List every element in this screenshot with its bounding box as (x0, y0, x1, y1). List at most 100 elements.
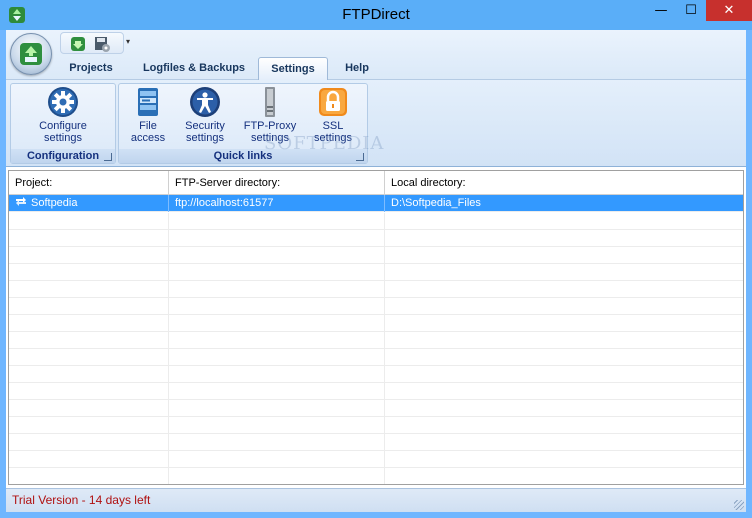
application-menu-button[interactable] (10, 33, 52, 75)
file-access-label-2: access (130, 132, 166, 144)
empty-cell (9, 451, 169, 468)
download-icon[interactable] (69, 35, 87, 53)
empty-cell (169, 281, 385, 298)
security-settings-label-1: Security (185, 120, 225, 132)
empty-cell (169, 468, 385, 484)
minimize-button[interactable]: — (646, 0, 676, 21)
column-header-local[interactable]: Local directory: (385, 171, 743, 195)
empty-row (9, 281, 743, 298)
save-settings-icon[interactable] (93, 35, 111, 53)
empty-cell (169, 264, 385, 281)
empty-cell (9, 315, 169, 332)
empty-cell (9, 332, 169, 349)
empty-cell (385, 400, 743, 417)
security-person-icon (190, 87, 220, 117)
configure-settings-label-1: Configure (39, 120, 87, 132)
empty-cell (385, 451, 743, 468)
empty-row (9, 417, 743, 434)
security-settings-button[interactable]: Security settings (177, 86, 233, 148)
tab-logfiles-backups[interactable]: Logfiles & Backups (130, 57, 258, 79)
empty-cell (9, 298, 169, 315)
empty-cell (9, 383, 169, 400)
column-header-ftp-server[interactable]: FTP-Server directory: (169, 171, 385, 195)
empty-row (9, 349, 743, 366)
empty-cell (9, 417, 169, 434)
empty-cell (169, 383, 385, 400)
configuration-label-text: Configuration (26, 150, 100, 162)
empty-row (9, 247, 743, 264)
quick-links-label-text: Quick links (213, 150, 273, 162)
empty-cell (9, 213, 169, 230)
configure-settings-label-2: settings (44, 132, 82, 144)
empty-cell (169, 366, 385, 383)
maximize-button[interactable]: ☐ (676, 0, 706, 21)
empty-cell (169, 298, 385, 315)
ftp-proxy-settings-label-2: settings (251, 132, 289, 144)
empty-cell (385, 383, 743, 400)
column-header-project[interactable]: Project: (9, 171, 169, 195)
empty-row (9, 213, 743, 230)
cell-local-directory: D:\Softpedia_Files (391, 197, 481, 209)
empty-cell (385, 315, 743, 332)
empty-cell (9, 281, 169, 298)
empty-cell (385, 417, 743, 434)
empty-row (9, 366, 743, 383)
ftp-proxy-settings-button[interactable]: FTP-Proxy settings (237, 86, 303, 148)
dialog-launcher-icon[interactable] (356, 153, 364, 161)
resize-grip-icon[interactable] (734, 500, 744, 510)
app-window: ▾ Projects Logfiles & Backups Settings H… (6, 30, 746, 512)
empty-row (9, 264, 743, 281)
empty-row (9, 451, 743, 468)
project-name: Softpedia (31, 197, 78, 209)
tab-settings[interactable]: Settings (258, 57, 328, 80)
empty-row (9, 383, 743, 400)
empty-cell (169, 247, 385, 264)
configure-settings-button[interactable]: Configure settings (21, 86, 105, 148)
empty-cell (169, 213, 385, 230)
ribbon-group-quick-links: File access Security settings FTP-Proxy … (118, 83, 368, 164)
tab-help[interactable]: Help (332, 57, 382, 79)
file-server-icon (138, 88, 158, 116)
cell-project: Softpedia (9, 195, 169, 212)
lock-icon (319, 88, 347, 116)
customize-toolbar-dropdown-icon[interactable]: ▾ (126, 37, 130, 46)
dialog-launcher-icon[interactable] (104, 153, 112, 161)
empty-cell (169, 434, 385, 451)
file-access-label-1: File (139, 120, 157, 132)
empty-cell (9, 247, 169, 264)
ssl-settings-label-2: settings (314, 132, 352, 144)
ftp-proxy-settings-label-1: FTP-Proxy (243, 120, 297, 132)
empty-cell (169, 400, 385, 417)
cell-ftp-server: ftp://localhost:61577 (169, 195, 385, 212)
empty-cell (385, 247, 743, 264)
ssl-settings-label-1: SSL (322, 120, 344, 132)
projects-table[interactable]: Project: FTP-Server directory: Local dir… (8, 170, 744, 485)
empty-row (9, 468, 743, 484)
empty-cell (385, 434, 743, 451)
group-label-configuration: Configuration (11, 149, 115, 163)
empty-cell (385, 264, 743, 281)
empty-cell (169, 417, 385, 434)
ribbon-panel: Configure settings Configuration File ac… (6, 80, 746, 167)
empty-row (9, 230, 743, 247)
close-button[interactable]: ✕ (706, 0, 752, 21)
empty-cell (9, 366, 169, 383)
window-title: FTPDirect (342, 6, 410, 23)
file-access-button[interactable]: File access (123, 86, 173, 148)
empty-cell (385, 281, 743, 298)
empty-row (9, 400, 743, 417)
security-settings-label-2: settings (186, 132, 224, 144)
empty-cell (9, 349, 169, 366)
sync-arrows-icon (20, 43, 42, 65)
empty-cell (385, 366, 743, 383)
table-row[interactable]: Softpedia ftp://localhost:61577 D:\Softp… (9, 195, 743, 212)
sync-arrows-icon (16, 197, 26, 206)
ribbon-group-configuration: Configure settings Configuration (10, 83, 116, 164)
empty-row (9, 332, 743, 349)
table-header: Project: FTP-Server directory: Local dir… (9, 171, 743, 195)
empty-cell (9, 468, 169, 484)
empty-cell (385, 468, 743, 484)
empty-cell (9, 400, 169, 417)
tab-projects[interactable]: Projects (58, 57, 124, 79)
ssl-settings-button[interactable]: SSL settings (305, 86, 361, 148)
